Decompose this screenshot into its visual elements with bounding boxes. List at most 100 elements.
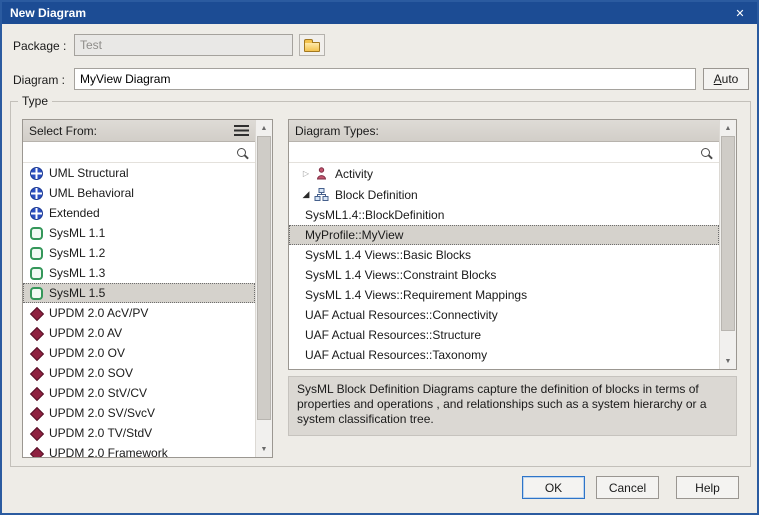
- select-from-item[interactable]: UPDM 2.0 Framework: [23, 443, 255, 457]
- updm-technology-icon: [30, 447, 43, 458]
- item-label: UML Structural: [49, 166, 129, 180]
- select-from-item[interactable]: UML Behavioral: [23, 183, 255, 203]
- tree-group-activity[interactable]: ▷ Activity: [289, 163, 719, 184]
- item-label: UPDM 2.0 SOV: [49, 366, 133, 380]
- help-button[interactable]: Help: [676, 476, 739, 499]
- scroll-up-icon[interactable]: ▲: [256, 120, 272, 136]
- diagram-description: SysML Block Definition Diagrams capture …: [288, 376, 737, 436]
- sysml-technology-icon: [30, 247, 43, 260]
- diagram-name-input[interactable]: [74, 68, 696, 90]
- tree-group-label: Activity: [335, 167, 373, 181]
- select-from-item[interactable]: UPDM 2.0 AcV/PV: [23, 303, 255, 323]
- diagram-types-panel: Diagram Types: ▷ Activity ◢ Block Defini…: [288, 119, 737, 370]
- updm-technology-icon: [30, 347, 43, 360]
- search-icon: [237, 148, 246, 157]
- cancel-button[interactable]: Cancel: [596, 476, 659, 499]
- updm-technology-icon: [30, 307, 43, 320]
- diagram-type-item[interactable]: UAF Actual Resources::Structure: [289, 325, 719, 345]
- titlebar: New Diagram ✕: [2, 2, 757, 24]
- select-from-item-selected[interactable]: SysML 1.5: [23, 283, 255, 303]
- type-group-label: Type: [18, 94, 52, 108]
- folder-icon: [304, 42, 320, 52]
- diagram-type-item[interactable]: SysML 1.4 Views::Requirement Mappings: [289, 285, 719, 305]
- diagram-types-tree: ▷ Activity ◢ Block Definition SysML1.4::…: [289, 163, 719, 369]
- select-from-header-label: Select From:: [29, 124, 97, 138]
- select-from-item[interactable]: UPDM 2.0 OV: [23, 343, 255, 363]
- select-from-search-input[interactable]: [29, 144, 237, 160]
- diagram-types-scrollbar: ▲ ▼: [719, 120, 736, 369]
- uml-technology-icon: [30, 167, 43, 180]
- diagram-types-search-row: [289, 142, 719, 163]
- scroll-down-icon[interactable]: ▼: [256, 441, 272, 457]
- chevron-expanded-icon[interactable]: ◢: [298, 189, 314, 200]
- diagram-type-label: UAF Actual Resources::Structure: [305, 328, 481, 342]
- item-label: UML Behavioral: [49, 186, 134, 200]
- diagram-type-label: MyProfile::MyView: [305, 228, 403, 242]
- diagram-type-item-selected[interactable]: MyProfile::MyView: [289, 225, 719, 245]
- item-label: Extended: [49, 206, 100, 220]
- diagram-types-search-input[interactable]: [295, 144, 701, 160]
- diagram-type-item[interactable]: UAF Actual Resources::Connectivity: [289, 305, 719, 325]
- select-from-item[interactable]: UPDM 2.0 SOV: [23, 363, 255, 383]
- scrollbar-track[interactable]: [721, 136, 735, 353]
- scroll-up-icon[interactable]: ▲: [720, 120, 736, 136]
- item-label: UPDM 2.0 OV: [49, 346, 125, 360]
- item-label: UPDM 2.0 SV/SvcV: [49, 406, 155, 420]
- package-field: [74, 34, 293, 56]
- select-from-header: Select From:: [23, 120, 255, 142]
- diagram-type-label: SysML1.4::BlockDefinition: [305, 208, 444, 222]
- item-label: SysML 1.2: [49, 246, 105, 260]
- diagram-label: Diagram :: [13, 73, 65, 87]
- sysml-technology-icon: [30, 267, 43, 280]
- item-label: UPDM 2.0 StV/CV: [49, 386, 147, 400]
- scrollbar-thumb[interactable]: [257, 136, 271, 420]
- diagram-types-header: Diagram Types:: [289, 120, 719, 142]
- select-from-item[interactable]: SysML 1.2: [23, 243, 255, 263]
- diagram-type-label: UAF Actual Resources::Taxonomy: [305, 348, 487, 362]
- select-from-item[interactable]: UPDM 2.0 TV/StdV: [23, 423, 255, 443]
- diagram-type-label: SysML 1.4 Views::Requirement Mappings: [305, 288, 527, 302]
- diagram-type-item[interactable]: UAF Actual Resources::Taxonomy: [289, 345, 719, 365]
- block-definition-icon: [314, 188, 329, 201]
- hamburger-menu-icon[interactable]: [234, 125, 249, 136]
- close-icon[interactable]: ✕: [731, 5, 749, 21]
- uml-technology-icon: [30, 207, 43, 220]
- tree-group-block-definition[interactable]: ◢ Block Definition: [289, 184, 719, 205]
- diagram-type-label: UAF Actual Resources::Connectivity: [305, 308, 498, 322]
- diagram-type-item[interactable]: SysML1.4::BlockDefinition: [289, 205, 719, 225]
- updm-technology-icon: [30, 327, 43, 340]
- item-label: UPDM 2.0 Framework: [49, 446, 168, 457]
- diagram-type-label: SysML 1.4 Views::Basic Blocks: [305, 248, 471, 262]
- select-from-item[interactable]: UPDM 2.0 SV/SvcV: [23, 403, 255, 423]
- sysml-technology-icon: [30, 227, 43, 240]
- search-icon: [701, 148, 710, 157]
- dialog-title: New Diagram: [10, 6, 86, 20]
- diagram-description-text: SysML Block Definition Diagrams capture …: [297, 382, 707, 426]
- diagram-type-label: SysML 1.4 Views::Constraint Blocks: [305, 268, 496, 282]
- select-from-item[interactable]: Extended: [23, 203, 255, 223]
- scroll-down-icon[interactable]: ▼: [720, 353, 736, 369]
- updm-technology-icon: [30, 427, 43, 440]
- uml-technology-icon: [30, 187, 43, 200]
- updm-technology-icon: [30, 407, 43, 420]
- diagram-types-header-label: Diagram Types:: [295, 124, 379, 138]
- new-diagram-dialog: New Diagram ✕ Package : Diagram : Auto T…: [0, 0, 759, 515]
- select-from-item[interactable]: UPDM 2.0 StV/CV: [23, 383, 255, 403]
- auto-button[interactable]: Auto: [703, 68, 749, 90]
- browse-package-button[interactable]: [299, 34, 325, 56]
- select-from-item[interactable]: UML Structural: [23, 163, 255, 183]
- diagram-type-item[interactable]: SysML 1.4 Views::Basic Blocks: [289, 245, 719, 265]
- scrollbar-thumb[interactable]: [721, 136, 735, 331]
- select-from-item[interactable]: SysML 1.3: [23, 263, 255, 283]
- updm-technology-icon: [30, 367, 43, 380]
- diagram-type-item[interactable]: SysML 1.4 Views::Constraint Blocks: [289, 265, 719, 285]
- item-label: SysML 1.1: [49, 226, 105, 240]
- item-label: SysML 1.3: [49, 266, 105, 280]
- select-from-scrollbar: ▲ ▼: [255, 120, 272, 457]
- scrollbar-track[interactable]: [257, 136, 271, 441]
- ok-button[interactable]: OK: [522, 476, 585, 499]
- item-label: UPDM 2.0 TV/StdV: [49, 426, 152, 440]
- select-from-item[interactable]: UPDM 2.0 AV: [23, 323, 255, 343]
- chevron-right-icon[interactable]: ▷: [298, 169, 314, 178]
- select-from-item[interactable]: SysML 1.1: [23, 223, 255, 243]
